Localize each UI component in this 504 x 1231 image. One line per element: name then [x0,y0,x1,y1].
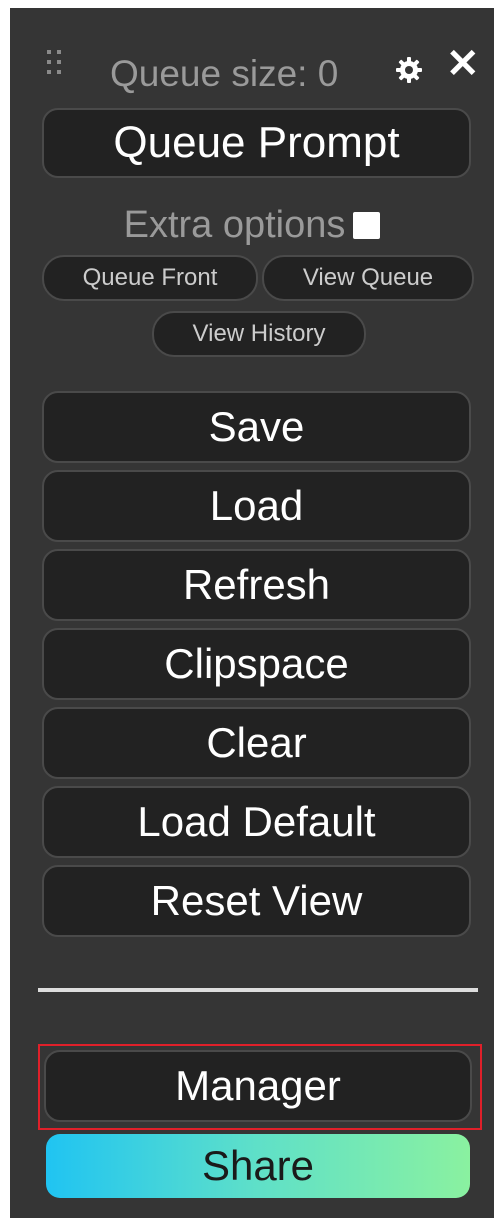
reset-view-button[interactable]: Reset View [42,865,471,937]
close-icon[interactable]: ✕ [446,40,480,88]
queue-front-button[interactable]: Queue Front [42,255,258,301]
clear-button[interactable]: Clear [42,707,471,779]
extra-options-checkbox[interactable] [353,212,381,239]
view-history-button[interactable]: View History [152,311,366,357]
save-button[interactable]: Save [42,391,471,463]
divider [38,988,478,992]
view-queue-button[interactable]: View Queue [262,255,474,301]
load-button[interactable]: Load [42,470,471,542]
refresh-button[interactable]: Refresh [42,549,471,621]
clipspace-button[interactable]: Clipspace [42,628,471,700]
load-default-button[interactable]: Load Default [42,786,471,858]
panel-header: Queue size: 0 ✕ [10,8,494,108]
drag-handle-icon[interactable] [47,50,61,74]
share-button[interactable]: Share [46,1134,470,1198]
gear-icon[interactable] [395,56,423,84]
queue-size-label: Queue size: 0 [110,53,339,94]
manager-button[interactable]: Manager [44,1050,472,1122]
extra-options-label: Extra options [123,204,346,246]
queue-prompt-button[interactable]: Queue Prompt [42,108,471,178]
extra-options-row: Extra options [10,201,494,249]
comfy-menu-panel: Queue size: 0 ✕ Queue Prompt Extra optio… [10,8,494,1218]
